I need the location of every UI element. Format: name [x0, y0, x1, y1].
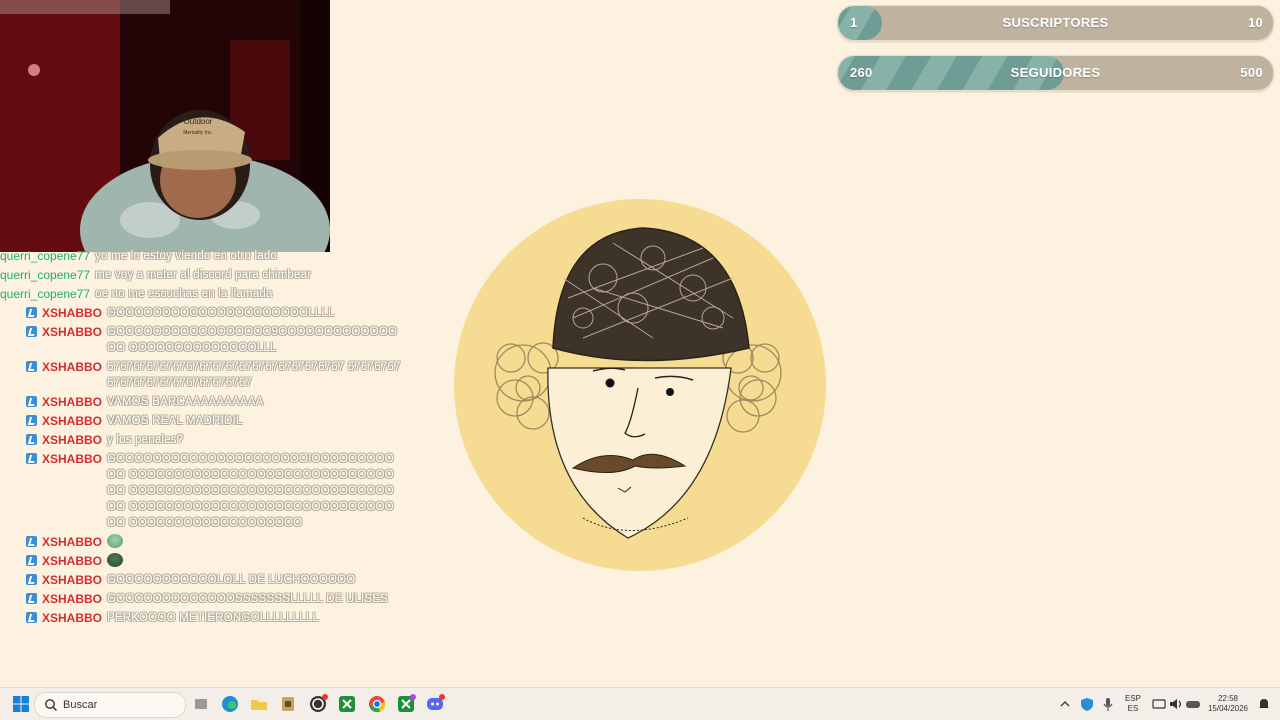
- chat-message: querri_copene77 oe no me escuchas en la l…: [0, 284, 420, 303]
- chat-message: XSHABBO GOOOOOOOOOOOOOSSSSSSSLLLLL DE ULI…: [0, 589, 420, 608]
- chevron-up-icon[interactable]: [1057, 693, 1079, 715]
- file-explorer-icon[interactable]: [248, 693, 270, 715]
- webcam-image: Outdoor Mentality Inc.: [0, 0, 330, 252]
- obs-icon[interactable]: [307, 693, 329, 715]
- chat-text: oe no me escuchas en la llamada: [95, 287, 273, 300]
- followers-goal-target: 500: [1240, 65, 1263, 80]
- edge-browser-icon[interactable]: [219, 693, 241, 715]
- clock-date: 15/04/2026: [1207, 704, 1249, 713]
- chat-text: GOOOOOOOOOOOOOOOOO9OOOOOOOOOOOOOOO OOOOO…: [107, 325, 398, 354]
- chat-message: querri_copene77 yo me lo estoy viendo en …: [0, 246, 420, 265]
- clock-time: 22:58: [1217, 694, 1239, 703]
- shield-icon[interactable]: [1078, 693, 1100, 715]
- chat-text: GOOOOOOOOOOOOOOOOOOOOOLLLL: [107, 306, 335, 319]
- discord-icon[interactable]: [424, 693, 446, 715]
- verified-badge-icon: [26, 592, 37, 604]
- chat-text: me voy a meter al discord para chimbear: [95, 268, 312, 281]
- chat-overlay: querri_copene77 yo me lo estoy viendo en …: [0, 246, 420, 627]
- language-code: ESP: [1124, 694, 1141, 703]
- verified-badge-icon: [26, 395, 37, 407]
- windows-taskbar: Buscar ESP ES 22:58 15/04/2026: [0, 687, 1280, 720]
- chat-username: XSHABBO: [42, 324, 103, 339]
- followers-goal-bar: SEGUIDORES 260 500: [837, 55, 1274, 91]
- chat-message: XSHABBO GOOOOOOOOOOOOOOOOO9OOOOOOOOOOOOOO…: [0, 322, 420, 357]
- verified-badge-icon: [26, 306, 37, 318]
- subscribers-goal-target: 10: [1247, 15, 1263, 30]
- verified-badge-icon: [26, 414, 37, 426]
- chat-username: XSHABBO: [42, 572, 103, 587]
- chrome-icon[interactable]: [366, 693, 388, 715]
- chat-text: VAMOS REAL MADRIDIL: [107, 414, 243, 427]
- task-view-icon[interactable]: [190, 693, 212, 715]
- chat-message: XSHABBO y los penales?: [0, 430, 420, 449]
- streamer-avatar: [453, 198, 827, 572]
- language-indicator[interactable]: ESP ES: [1122, 694, 1144, 714]
- verified-badge-icon: [26, 535, 37, 547]
- clock[interactable]: 22:58 15/04/2026: [1204, 694, 1252, 714]
- chat-text: GOOOOOOOOOOOOOOOOOOOOOIOOOOOOOOOOO OOOOO…: [107, 452, 394, 529]
- chat-username: XSHABBO: [42, 359, 103, 374]
- search-icon: [45, 699, 57, 711]
- chat-message: XSHABBO GOOOOOOOOOOOOOOOOOOOOOIOOOOOOOOOO…: [0, 449, 420, 532]
- chat-username: XSHABBO: [42, 553, 103, 568]
- chat-username: XSHABBO: [42, 305, 103, 320]
- keyboard-layout: ES: [1127, 704, 1139, 713]
- chat-message: XSHABBO VAMOS REAL MADRIDIL: [0, 411, 420, 430]
- chat-username: XSHABBO: [42, 534, 103, 549]
- verified-badge-icon: [26, 325, 37, 337]
- xbox-icon[interactable]: [336, 693, 358, 715]
- chat-text: [107, 553, 402, 569]
- chat-username: XSHABBO: [42, 591, 103, 606]
- notifications-icon[interactable]: [1255, 693, 1277, 715]
- controller-icon[interactable]: [1184, 693, 1206, 715]
- followers-goal-current: 260: [850, 65, 873, 80]
- verified-badge-icon: [26, 433, 37, 445]
- chat-username: XSHABBO: [42, 413, 103, 428]
- emote-icon: [107, 534, 124, 549]
- chat-text: GOOOOOOOOOOOOOSSSSSSSLLLLL DE ULISES: [107, 592, 388, 605]
- chat-username: querri_copene77: [0, 286, 91, 301]
- app-icon[interactable]: [277, 693, 299, 715]
- chat-text: [107, 534, 402, 550]
- subscribers-goal-current: 1: [850, 15, 858, 30]
- verified-badge-icon: [26, 452, 37, 464]
- chat-message: XSHABBO 676767676767676767676767676767676…: [0, 357, 420, 392]
- webcam-feed: Outdoor Mentality Inc.: [0, 0, 330, 252]
- taskbar-search-input[interactable]: Buscar: [34, 692, 186, 718]
- verified-badge-icon: [26, 360, 37, 372]
- windows-start-icon[interactable]: [10, 693, 32, 715]
- emote-icon: [107, 553, 124, 568]
- chat-username: querri_copene77: [0, 267, 91, 282]
- chat-username: XSHABBO: [42, 394, 103, 409]
- chat-message: XSHABBO GOOOOOOOOOOOLOLL DE LUCHOOOOOO: [0, 570, 420, 589]
- cap-subtext: Mentality Inc.: [183, 130, 212, 136]
- chat-message: XSHABBO: [0, 551, 420, 570]
- chat-username: querri_copene77: [0, 248, 91, 263]
- microphone-icon[interactable]: [1099, 693, 1121, 715]
- chat-message: XSHABBO: [0, 532, 420, 551]
- chat-message: XSHABBO PERKOOOO METIERONGOLLLLLLLLL: [0, 608, 420, 627]
- subscribers-goal-bar: SUSCRIPTORES 1 10: [837, 5, 1274, 41]
- cap-text: Outdoor: [184, 117, 213, 126]
- chat-text: PERKOOOO METIERONGOLLLLLLLLL: [107, 611, 320, 624]
- chat-text: y los penales?: [107, 433, 184, 446]
- chat-username: XSHABBO: [42, 432, 103, 447]
- xbox-app-icon[interactable]: [395, 693, 417, 715]
- chat-username: XSHABBO: [42, 451, 103, 466]
- subscribers-goal-label: SUSCRIPTORES: [1002, 15, 1109, 30]
- chat-message: XSHABBO VAMOS BARCAAAAAAAAAA: [0, 392, 420, 411]
- avatar-illustration: [454, 199, 826, 571]
- chat-text: 676767676767676767676767676767676767 676…: [107, 360, 401, 389]
- verified-badge-icon: [26, 573, 37, 585]
- chat-text: yo me lo estoy viendo en otro lado: [95, 249, 278, 262]
- search-placeholder: Buscar: [63, 699, 98, 711]
- verified-badge-icon: [26, 611, 37, 623]
- chat-text: VAMOS BARCAAAAAAAAAA: [107, 395, 264, 408]
- chat-username: XSHABBO: [42, 610, 103, 625]
- verified-badge-icon: [26, 554, 37, 566]
- chat-message: XSHABBO GOOOOOOOOOOOOOOOOOOOOOLLLL: [0, 303, 420, 322]
- chat-message: querri_copene77 me voy a meter al discord…: [0, 265, 420, 284]
- followers-goal-label: SEGUIDORES: [1010, 65, 1101, 80]
- chat-text: GOOOOOOOOOOOLOLL DE LUCHOOOOOO: [107, 573, 356, 586]
